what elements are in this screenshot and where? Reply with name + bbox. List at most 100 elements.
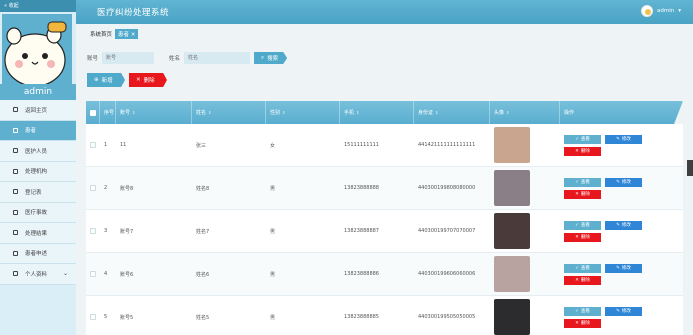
select-all-checkbox[interactable] [89,109,96,116]
row-checkbox[interactable] [90,314,96,320]
edit-icon: ✎ [616,136,620,142]
close-icon: ✕ [575,234,579,240]
sidebar-item-accidents[interactable]: 医疗事故 [0,202,76,223]
table-row: 4 账号6 姓名6 男 13823888886 440300199606060006 ✓ 查看… [86,253,683,296]
row-select-cell [86,296,100,335]
edit-icon: ✎ [616,265,620,271]
collapse-sidebar-button[interactable]: « 收起 [0,0,76,12]
edit-button[interactable]: ✎ 修改 [605,134,642,144]
sidebar-item-medical-staff[interactable]: 医护人员 [0,141,76,162]
header-photo[interactable]: 头像 ⇕ [490,101,560,124]
header-phone[interactable]: 手机 ⇕ [340,101,414,124]
header-name[interactable]: 姓名 ⇕ [192,101,266,124]
view-label: 查看 [580,137,590,142]
table-body: 1 11 张三女 15111111111 441421111111111111 ✓ 查看 ✎ 修… [86,124,683,335]
cell-index: 1 [104,142,108,148]
edit-button[interactable]: ✎ 修改 [605,263,642,273]
sidebar-item-institutions[interactable]: 处理机构 [0,161,76,182]
action-toolbar: ⊕ 新增 ✕ 删除 [87,73,167,87]
row-delete-button[interactable]: ✕ 删除 [564,189,601,199]
header-index: 序号 [100,101,116,124]
sort-icon[interactable]: ⇕ [435,110,438,115]
sort-icon[interactable]: ⇕ [282,110,285,115]
app-title: 医疗纠纷处理系统 [97,8,170,18]
cell-photo [490,253,560,295]
page-scrollbar[interactable] [689,24,693,335]
table-row: 2 账号8 姓名8 男 13823888888 440300199808080000 ✓ 查看… [86,167,683,210]
sort-icon[interactable]: ⇕ [356,110,359,115]
cell-photo [490,296,560,335]
account-search-input[interactable] [102,52,155,64]
patient-photo[interactable] [494,299,530,335]
close-icon: ✕ [575,148,579,154]
grid-icon [13,209,18,215]
add-button[interactable]: ⊕ 新增 [87,73,125,87]
cell-idcard: 440300199505050005 [418,314,476,320]
edit-button[interactable]: ✎ 修改 [605,177,642,187]
row-checkbox[interactable] [90,228,96,234]
view-button[interactable]: ✓ 查看 [564,177,601,187]
check-icon: ✓ [575,136,579,142]
header-label: 手机 [344,110,355,116]
sidebar-item-profile[interactable]: 个人资料 ⌄ [0,264,76,285]
edit-button[interactable]: ✎ 修改 [605,306,642,316]
sidebar-item-registration[interactable]: 登记表 [0,182,76,203]
patient-photo[interactable] [494,256,530,292]
row-delete-button[interactable]: ✕ 删除 [564,275,601,285]
patient-photo[interactable] [494,170,530,206]
edit-button[interactable]: ✎ 修改 [605,220,642,230]
chevron-down-icon: ⌄ [62,270,68,278]
header-sex[interactable]: 性别 ⇕ [266,101,340,124]
sort-icon[interactable]: ⇕ [208,110,211,115]
row-select-cell [86,167,100,209]
user-menu[interactable]: admin ▾ [641,5,681,17]
cell-name: 姓名5 [196,314,210,321]
header-idcard[interactable]: 身份证 ⇕ [414,101,490,124]
sidebar-item-results[interactable]: 处理结果 [0,223,76,244]
search-bar: 账号 姓名 ⌕ 搜索 [87,52,288,64]
file-icon [13,250,18,256]
view-button[interactable]: ✓ 查看 [564,220,601,230]
sidebar-item-complaints[interactable]: 患者申述 [0,243,76,264]
breadcrumb-home[interactable]: 系统首页 [90,30,112,38]
row-checkbox[interactable] [90,142,96,148]
view-button[interactable]: ✓ 查看 [564,306,601,316]
view-button[interactable]: ✓ 查看 [564,134,601,144]
patient-photo[interactable] [494,127,530,163]
sort-icon[interactable]: ⇕ [132,110,135,115]
sidebar-item-label: 返回主页 [25,107,48,114]
hamster-avatar-icon [2,14,72,84]
view-button[interactable]: ✓ 查看 [564,263,601,273]
breadcrumb-current-tag[interactable]: 患者 ✕ [115,29,139,39]
row-checkbox[interactable] [90,185,96,191]
cell-index: 4 [104,271,108,277]
cell-phone: 13823888887 [344,228,379,234]
name-search-input[interactable] [184,52,251,64]
row-delete-button[interactable]: ✕ 删除 [564,318,601,328]
chat-icon [13,127,18,133]
close-icon[interactable]: ✕ [131,32,136,38]
patient-photo[interactable] [494,213,530,249]
check-icon: ✓ [575,308,579,314]
cell-photo [490,167,560,209]
admin-avatar [2,14,72,84]
cell-sex: 男 [270,271,276,278]
cell-phone: 15111111111 [344,142,379,148]
cell-index: 2 [104,185,108,191]
drawer-handle[interactable] [687,160,693,176]
cell-name: 姓名6 [196,271,210,278]
row-delete-button[interactable]: ✕ 删除 [564,146,601,156]
sidebar-item-patients[interactable]: 患者 [0,120,76,141]
sort-icon[interactable]: ⇕ [506,110,509,115]
cell-account: 账号8 [120,185,134,192]
row-delete-button[interactable]: ✕ 删除 [564,232,601,242]
row-checkbox[interactable] [90,271,96,277]
cell-ops: ✓ 查看 ✎ 修改 ✕ 删除 [560,124,683,166]
delete-button[interactable]: ✕ 删除 [129,73,167,87]
search-button[interactable]: ⌕ 搜索 [254,52,288,64]
header-account[interactable]: 账号 ⇕ [116,101,192,124]
sidebar-item-label: 医疗事故 [25,210,48,217]
sidebar-item-home[interactable]: 返回主页 [0,100,76,121]
edit-label: 修改 [621,137,631,142]
account-label: 账号 [87,56,99,62]
